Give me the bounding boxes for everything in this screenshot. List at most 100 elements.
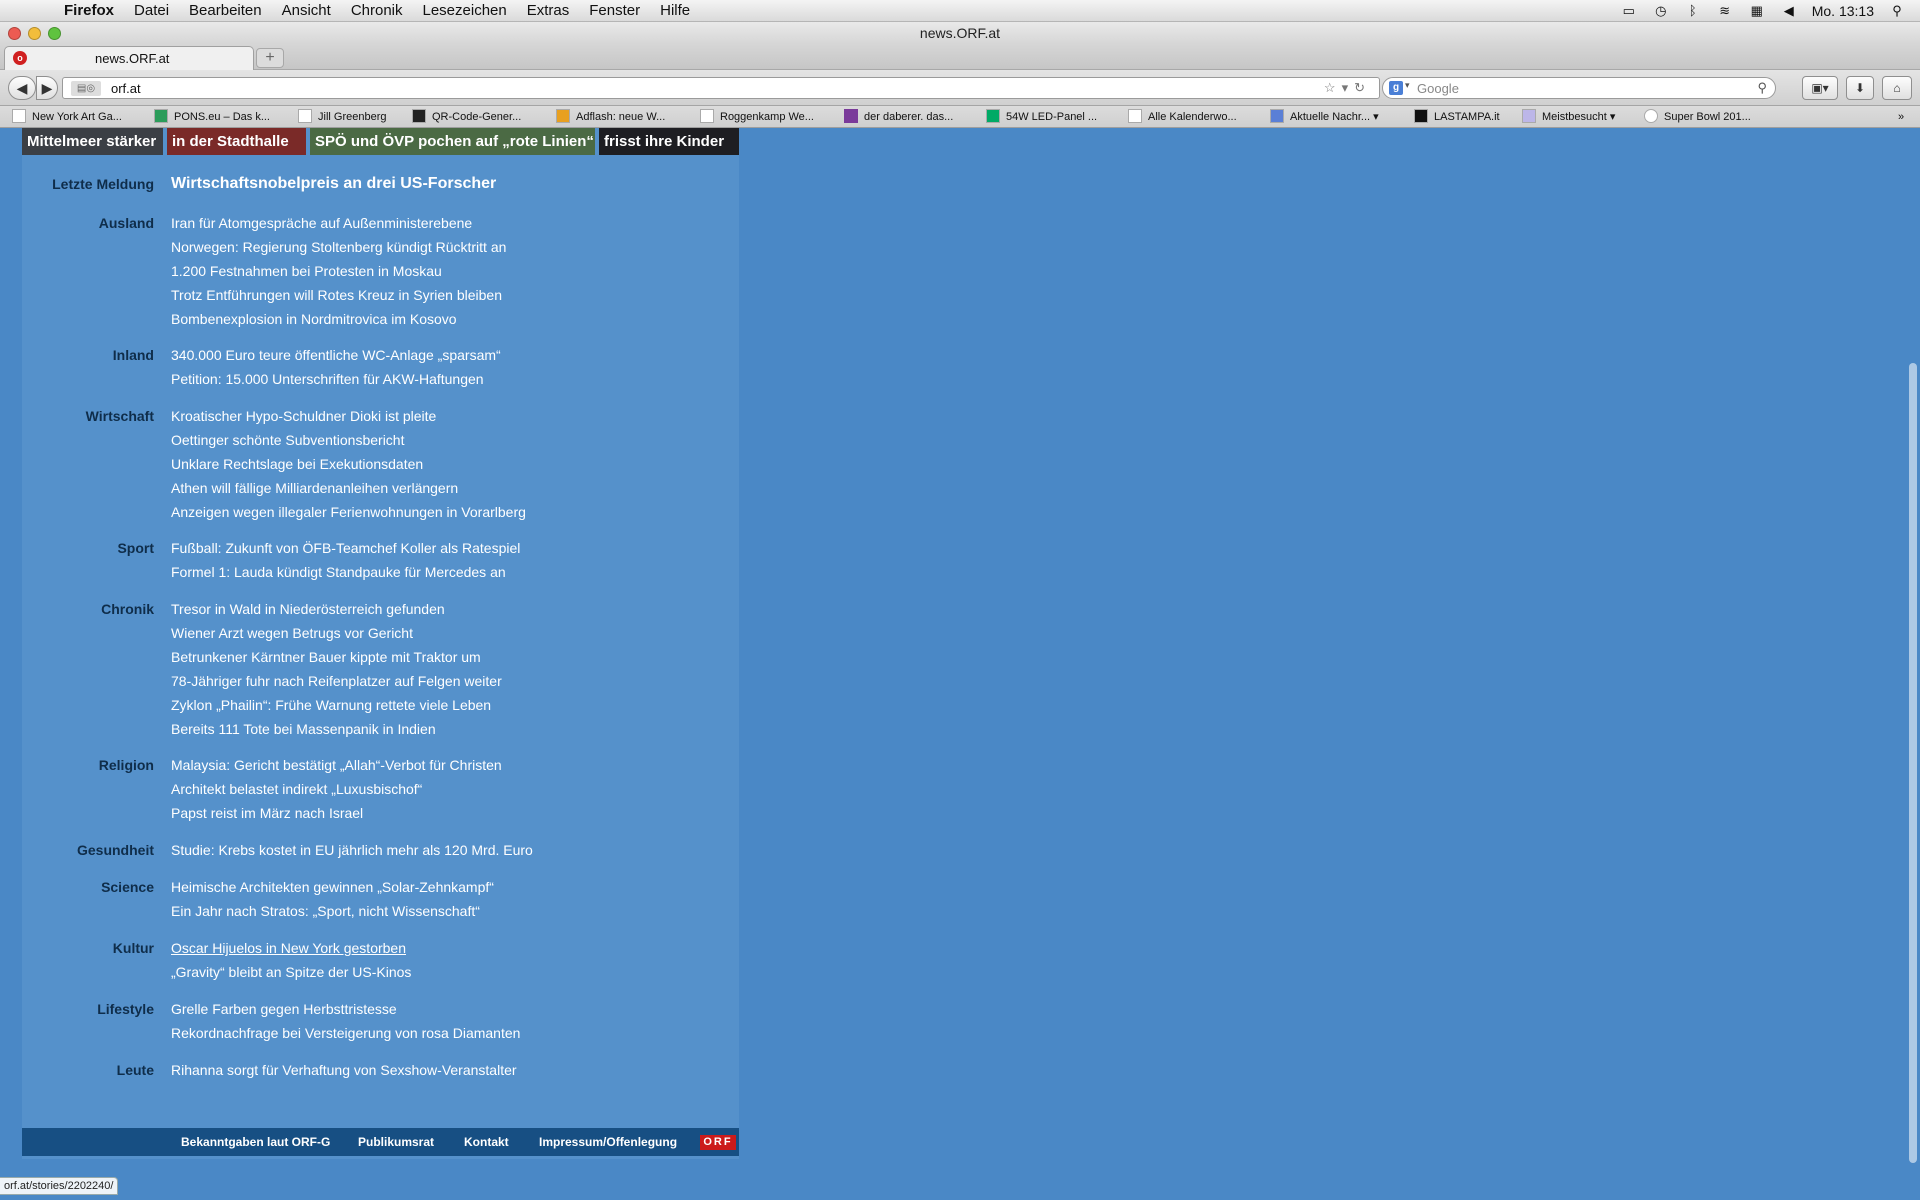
news-link[interactable]: Bereits 111 Tote bei Massenpanik in Indi… <box>171 721 502 745</box>
site-identity-icon[interactable]: ▤◎ <box>71 81 101 96</box>
latest-headline-link[interactable]: Wirtschaftsnobelpreis an drei US-Forsche… <box>171 175 496 192</box>
footer-link-kontakt[interactable]: Kontakt <box>464 1135 509 1149</box>
wifi-icon[interactable]: ≋ <box>1716 4 1734 18</box>
footer-link-publikumsrat[interactable]: Publikumsrat <box>358 1135 434 1149</box>
bookmark-folder[interactable]: Aktuelle Nachr... ▾ <box>1270 109 1379 125</box>
news-link[interactable]: Kroatischer Hypo-Schuldner Dioki ist ple… <box>171 408 526 432</box>
menu-lesezeichen[interactable]: Lesezeichen <box>413 2 517 19</box>
zoom-window-icon[interactable] <box>48 27 61 40</box>
bookmark-star-icon[interactable]: ☆ <box>1324 80 1342 95</box>
minimize-window-icon[interactable] <box>28 27 41 40</box>
bookmark-item[interactable]: LASTAMPA.it <box>1414 109 1500 125</box>
url-text[interactable]: orf.at <box>111 81 141 96</box>
footer-link-bekanntgaben[interactable]: Bekanntgaben laut ORF-G <box>181 1135 330 1149</box>
menu-app-firefox[interactable]: Firefox <box>54 2 124 19</box>
news-link[interactable]: „Gravity“ bleibt an Spitze der US-Kinos <box>171 964 411 988</box>
footer-link-impressum[interactable]: Impressum/Offenlegung <box>539 1135 677 1149</box>
news-link[interactable]: Architekt belastet indirekt „Luxusbischo… <box>171 781 502 805</box>
section-label: Gesundheit <box>76 842 154 858</box>
top-story-tile[interactable]: frisst ihre Kinder <box>599 128 739 155</box>
url-bar[interactable]: ▤◎ orf.at ☆▾↻ <box>62 77 1380 99</box>
bookmark-item[interactable]: 54W LED-Panel ... <box>986 109 1097 125</box>
spotlight-icon[interactable]: ⚲ <box>1888 4 1906 18</box>
bookmark-item[interactable]: QR-Code-Gener... <box>412 109 521 125</box>
news-link[interactable]: Athen will fällige Milliardenanleihen ve… <box>171 480 526 504</box>
menu-bearbeiten[interactable]: Bearbeiten <box>179 2 272 19</box>
news-link[interactable]: Rekordnachfrage bei Versteigerung von ro… <box>171 1025 520 1049</box>
news-link[interactable]: Formel 1: Lauda kündigt Standpauke für M… <box>171 564 520 588</box>
news-link[interactable]: Iran für Atomgespräche auf Außenminister… <box>171 215 506 239</box>
news-link[interactable]: Ein Jahr nach Stratos: „Sport, nicht Wis… <box>171 903 494 927</box>
news-link[interactable]: Rihanna sorgt für Verhaftung von Sexshow… <box>171 1062 517 1086</box>
search-box[interactable]: g ▾ Google ⚲ <box>1382 77 1776 99</box>
tab-news-orf[interactable]: o news.ORF.at <box>4 46 254 70</box>
news-link[interactable]: Unklare Rechtslage bei Exekutionsdaten <box>171 456 526 480</box>
volume-icon[interactable]: ◀ <box>1780 4 1798 18</box>
bookmark-item[interactable]: der daberer. das... <box>844 109 953 125</box>
news-link[interactable]: 340.000 Euro teure öffentliche WC-Anlage… <box>171 347 501 371</box>
menubar-clock[interactable]: Mo. 13:13 <box>1812 3 1874 19</box>
menu-hilfe[interactable]: Hilfe <box>650 2 700 19</box>
engine-dropdown-icon[interactable]: ▾ <box>1405 80 1410 91</box>
news-link[interactable]: Malaysia: Gericht bestätigt „Allah“-Verb… <box>171 757 502 781</box>
section-label: Leute <box>116 1062 154 1078</box>
search-input[interactable]: Google <box>1417 81 1459 96</box>
bookmark-folder[interactable]: Meistbesucht ▾ <box>1522 109 1615 125</box>
led-icon <box>986 109 1000 123</box>
downloads-icon[interactable]: ⬇ <box>1846 76 1874 100</box>
orf-logo[interactable]: ORF <box>700 1135 736 1150</box>
search-icon[interactable]: ⚲ <box>1757 80 1767 96</box>
bookmark-item[interactable]: Alle Kalenderwo... <box>1128 109 1237 125</box>
bluetooth-icon[interactable]: ᛒ <box>1684 4 1702 18</box>
forward-button[interactable]: ▶ <box>36 76 58 100</box>
news-link[interactable]: Trotz Entführungen will Rotes Kreuz in S… <box>171 287 506 311</box>
close-window-icon[interactable] <box>8 27 21 40</box>
new-tab-button[interactable]: + <box>256 48 284 68</box>
news-link[interactable]: 78-Jähriger fuhr nach Reifenplatzer auf … <box>171 673 502 697</box>
top-story-tile[interactable]: Mittelmeer stärker <box>22 128 163 155</box>
news-link[interactable]: 1.200 Festnahmen bei Protesten in Moskau <box>171 263 506 287</box>
menu-ansicht[interactable]: Ansicht <box>272 2 341 19</box>
menu-chronik[interactable]: Chronik <box>341 2 413 19</box>
news-link[interactable]: Anzeigen wegen illegaler Ferienwohnungen… <box>171 504 526 528</box>
bookmarks-overflow-icon[interactable]: » <box>1898 109 1904 125</box>
url-dropdown-icon[interactable]: ▾ <box>1342 80 1355 95</box>
home-icon[interactable]: ⌂ <box>1882 76 1912 100</box>
news-link[interactable]: Heimische Architekten gewinnen „Solar-Ze… <box>171 879 494 903</box>
news-link[interactable]: Norwegen: Regierung Stoltenberg kündigt … <box>171 239 506 263</box>
pons-icon <box>154 109 168 123</box>
news-link[interactable]: Tresor in Wald in Niederösterreich gefun… <box>171 601 502 625</box>
menu-datei[interactable]: Datei <box>124 2 179 19</box>
screenshot-tool-button[interactable]: ▣▾ <box>1802 76 1838 100</box>
menu-fenster[interactable]: Fenster <box>579 2 650 19</box>
screen-icon[interactable]: ▭ <box>1620 4 1638 18</box>
bookmark-item[interactable]: Roggenkamp We... <box>700 109 814 125</box>
back-button[interactable]: ◀ <box>8 76 36 100</box>
bookmark-item[interactable]: New York Art Ga... <box>12 109 122 125</box>
time-machine-icon[interactable]: ◷ <box>1652 4 1670 18</box>
scrollbar-thumb[interactable] <box>1909 363 1917 1163</box>
news-link[interactable]: Petition: 15.000 Unterschriften für AKW-… <box>171 371 501 395</box>
news-link[interactable]: Betrunkener Kärntner Bauer kippte mit Tr… <box>171 649 502 673</box>
adflash-icon <box>556 109 570 123</box>
bookmark-item[interactable]: PONS.eu – Das k... <box>154 109 270 125</box>
bookmark-item[interactable]: Super Bowl 201... <box>1644 109 1751 125</box>
news-link[interactable]: Oettinger schönte Subventionsbericht <box>171 432 526 456</box>
news-link[interactable]: Grelle Farben gegen Herbsttristesse <box>171 1001 520 1025</box>
reload-icon[interactable]: ↻ <box>1354 80 1371 95</box>
news-link[interactable]: Wiener Arzt wegen Betrugs vor Gericht <box>171 625 502 649</box>
news-link[interactable]: Papst reist im März nach Israel <box>171 805 502 829</box>
menu-extras[interactable]: Extras <box>517 2 580 19</box>
top-story-tile[interactable]: in der Stadthalle <box>167 128 306 155</box>
page-scrollbar[interactable] <box>1906 128 1920 1200</box>
news-link-hovered[interactable]: Oscar Hijuelos in New York gestorben <box>171 940 411 964</box>
news-link[interactable]: Zyklon „Phailin“: Frühe Warnung rettete … <box>171 697 502 721</box>
top-story-tile[interactable]: SPÖ und ÖVP pochen auf „rote Linien“ <box>310 128 595 155</box>
keyboard-icon[interactable]: ▦ <box>1748 4 1766 18</box>
google-engine-icon[interactable]: g <box>1389 81 1403 95</box>
bookmark-item[interactable]: Adflash: neue W... <box>556 109 665 125</box>
news-link[interactable]: Studie: Krebs kostet in EU jährlich mehr… <box>171 842 533 866</box>
news-link[interactable]: Bombenexplosion in Nordmitrovica im Koso… <box>171 311 506 335</box>
news-link[interactable]: Fußball: Zukunft von ÖFB-Teamchef Koller… <box>171 540 520 564</box>
bookmark-item[interactable]: Jill Greenberg <box>298 109 386 125</box>
